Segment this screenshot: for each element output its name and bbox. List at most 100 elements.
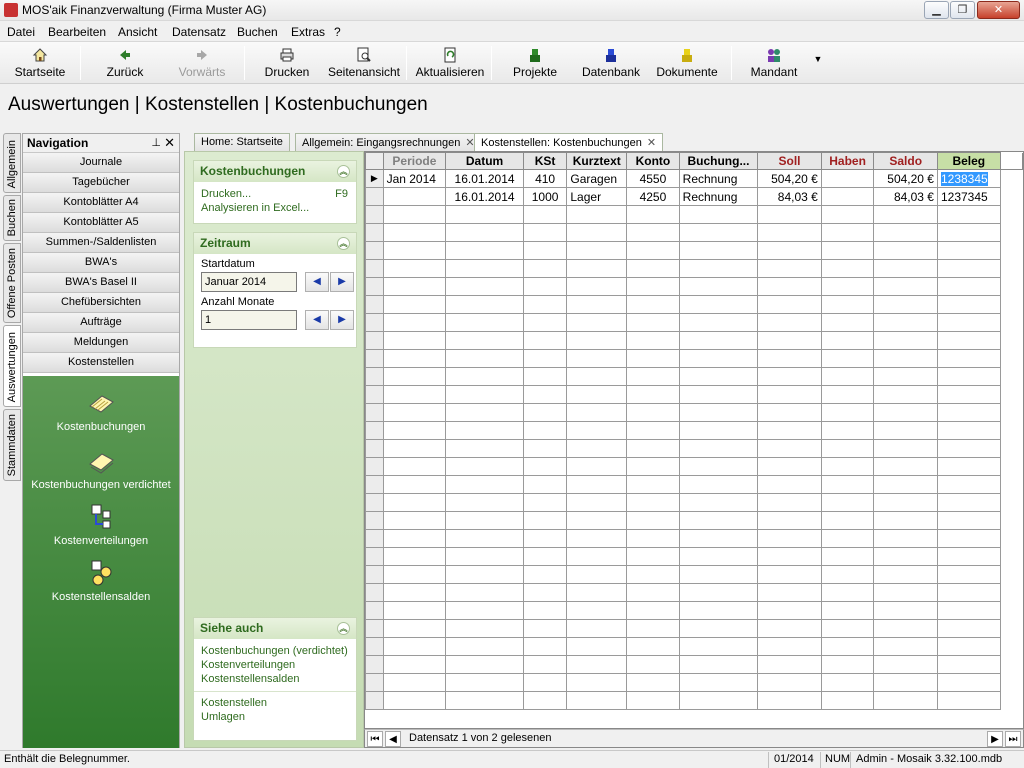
menu-bearbeiten[interactable]: Bearbeiten: [48, 25, 106, 39]
cell-buchungstext[interactable]: [678, 277, 759, 296]
cell-soll[interactable]: [757, 205, 822, 224]
cell-saldo[interactable]: [873, 367, 938, 386]
cell-periode[interactable]: [382, 601, 447, 620]
table-row[interactable]: [365, 691, 1023, 710]
col-datum[interactable]: Datum: [445, 152, 524, 170]
cell-periode[interactable]: [382, 565, 447, 584]
cell-periode[interactable]: [382, 619, 447, 638]
cell-saldo[interactable]: [873, 259, 938, 278]
cell-soll[interactable]: [757, 331, 822, 350]
cell-saldo[interactable]: [873, 673, 938, 692]
cell-datum[interactable]: [445, 277, 524, 296]
tab-allgemein[interactable]: Allgemein: [3, 133, 21, 193]
cell-soll[interactable]: [757, 565, 822, 584]
cell-buchungstext[interactable]: Rechnung: [678, 169, 759, 188]
cell-kst[interactable]: [522, 205, 568, 224]
link-kostenstellensalden[interactable]: Kostenstellensalden: [194, 672, 356, 686]
cell-soll[interactable]: [757, 637, 822, 656]
tab-kostenbuchungen[interactable]: Kostenstellen: Kostenbuchungen ✕: [474, 133, 664, 151]
close-button[interactable]: ✕: [977, 1, 1020, 19]
row-header[interactable]: [365, 421, 384, 440]
cell-datum[interactable]: [445, 619, 524, 638]
current-row-indicator-icon[interactable]: ▶: [365, 169, 384, 188]
cell-periode[interactable]: [382, 655, 447, 674]
cell-buchungstext[interactable]: [678, 295, 759, 314]
nav-item-kostenstellen[interactable]: Kostenstellen: [23, 353, 179, 373]
table-row[interactable]: [365, 511, 1023, 530]
cell-konto[interactable]: [626, 619, 680, 638]
cell-haben[interactable]: [820, 691, 875, 710]
cell-datum[interactable]: [445, 475, 524, 494]
cell-konto[interactable]: [626, 421, 680, 440]
cell-haben[interactable]: [820, 673, 875, 692]
cell-kst[interactable]: [522, 385, 568, 404]
cell-saldo[interactable]: [873, 619, 938, 638]
cell-buchungstext[interactable]: [678, 457, 759, 476]
cell-soll[interactable]: [757, 439, 822, 458]
cell-datum[interactable]: [445, 223, 524, 242]
cell-datum[interactable]: [445, 547, 524, 566]
cell-beleg[interactable]: [936, 223, 1001, 242]
cell-saldo[interactable]: [873, 241, 938, 260]
cell-saldo[interactable]: [873, 565, 938, 584]
menu-ansicht[interactable]: Ansicht: [118, 25, 157, 39]
cell-kurztext[interactable]: [566, 439, 628, 458]
row-header[interactable]: [365, 529, 384, 548]
cell-beleg[interactable]: [936, 655, 1001, 674]
startdatum-input[interactable]: Januar 2014: [201, 272, 297, 292]
cell-beleg[interactable]: [936, 313, 1001, 332]
cell-kst[interactable]: [522, 259, 568, 278]
monate-input[interactable]: 1: [201, 310, 297, 330]
close-tab-icon[interactable]: ✕: [647, 137, 656, 149]
cell-saldo[interactable]: [873, 439, 938, 458]
cell-konto[interactable]: [626, 547, 680, 566]
cell-haben[interactable]: [820, 583, 875, 602]
cell-konto[interactable]: [626, 403, 680, 422]
nav-item-meldungen[interactable]: Meldungen: [23, 333, 179, 353]
table-row[interactable]: [365, 241, 1023, 260]
cell-soll[interactable]: [757, 583, 822, 602]
cell-kst[interactable]: 1000: [522, 187, 568, 206]
table-row[interactable]: [365, 493, 1023, 512]
cell-saldo[interactable]: [873, 691, 938, 710]
cell-kst[interactable]: [522, 529, 568, 548]
table-row[interactable]: [365, 223, 1023, 242]
cell-buchungstext[interactable]: Rechnung: [678, 187, 759, 206]
cell-saldo[interactable]: [873, 349, 938, 368]
cell-saldo[interactable]: [873, 601, 938, 620]
cell-beleg[interactable]: [936, 511, 1001, 530]
col-haben[interactable]: Haben: [820, 152, 875, 170]
row-header[interactable]: [365, 583, 384, 602]
cell-saldo[interactable]: [873, 295, 938, 314]
cell-datum[interactable]: 16.01.2014: [445, 169, 524, 188]
cell-buchungstext[interactable]: [678, 547, 759, 566]
tab-stammdaten[interactable]: Stammdaten: [3, 409, 21, 481]
cell-periode[interactable]: [382, 457, 447, 476]
cell-beleg[interactable]: [936, 457, 1001, 476]
cell-konto[interactable]: [626, 691, 680, 710]
tab-offene-posten[interactable]: Offene Posten: [3, 243, 21, 323]
cell-buchungstext[interactable]: [678, 385, 759, 404]
cell-konto[interactable]: [626, 457, 680, 476]
cell-soll[interactable]: [757, 349, 822, 368]
projekte-button[interactable]: Projekte: [508, 44, 562, 82]
menu-extras[interactable]: Extras: [291, 25, 325, 39]
cell-kst[interactable]: [522, 223, 568, 242]
cell-datum[interactable]: [445, 583, 524, 602]
zurueck-button[interactable]: Zurück: [100, 44, 150, 82]
cell-kurztext[interactable]: [566, 331, 628, 350]
cell-soll[interactable]: [757, 277, 822, 296]
cell-buchungstext[interactable]: [678, 331, 759, 350]
cell-beleg[interactable]: [936, 385, 1001, 404]
next-record-button[interactable]: ▶: [987, 731, 1003, 747]
cell-kurztext[interactable]: [566, 457, 628, 476]
cell-beleg[interactable]: [936, 529, 1001, 548]
cell-konto[interactable]: [626, 475, 680, 494]
cell-kurztext[interactable]: [566, 583, 628, 602]
next-month-button[interactable]: ▶: [330, 272, 354, 292]
cell-kst[interactable]: [522, 637, 568, 656]
cell-saldo[interactable]: [873, 457, 938, 476]
table-row[interactable]: [365, 403, 1023, 422]
col-periode[interactable]: Periode: [382, 152, 447, 170]
cell-kst[interactable]: [522, 421, 568, 440]
